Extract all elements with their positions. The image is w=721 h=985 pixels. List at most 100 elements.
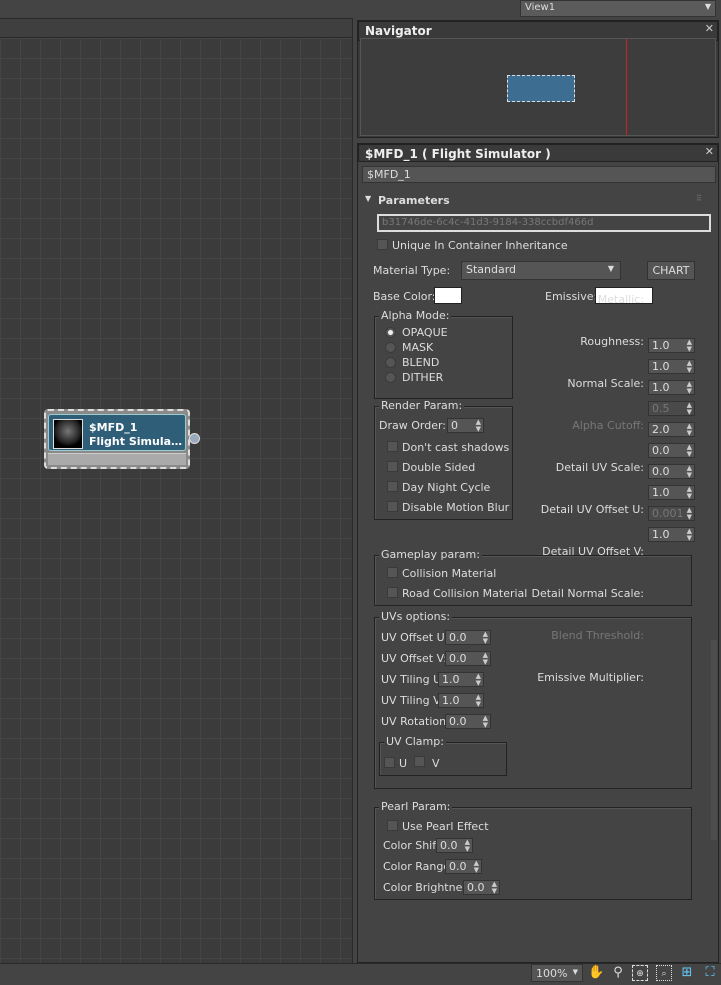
zoom-extents-icon[interactable]: ⊞: [679, 965, 695, 981]
alpha-blend-label: BLEND: [402, 356, 440, 369]
scrollbar-thumb[interactable]: [711, 640, 717, 840]
param-spinner[interactable]: 0.0 ▲ ▼: [648, 464, 695, 479]
rollout-title[interactable]: Parameters: [378, 194, 450, 207]
param-value: 1.0: [652, 381, 670, 394]
alpha-mode-group: Alpha Mode: OPAQUE MASK BLEND DITHER: [374, 309, 513, 399]
uvs-options-group: UVs options: UV Offset U: 0.0 ▲ ▼ UV Offse…: [374, 610, 692, 789]
use-pearl-effect-label: Use Pearl Effect: [402, 820, 489, 833]
color-range-spinner[interactable]: 0.0 ▲ ▼: [445, 859, 482, 874]
param-spinner[interactable]: 1.0 ▲ ▼: [648, 485, 695, 500]
spinner-arrows-icon[interactable]: ▲ ▼: [483, 631, 488, 645]
param-spinner[interactable]: 2.0 ▲ ▼: [648, 422, 695, 437]
uv-rotation-spinner[interactable]: 0.0 ▲ ▼: [445, 714, 491, 729]
rollout-collapse-icon[interactable]: ▼: [365, 194, 371, 203]
base-color-swatch[interactable]: [434, 287, 462, 304]
collision-material-checkbox[interactable]: [387, 567, 398, 578]
spinner-arrows-icon[interactable]: ▲ ▼: [476, 419, 481, 433]
zoom-dropdown[interactable]: 100% ▼: [531, 964, 583, 982]
spinner-arrows-icon[interactable]: ▲ ▼: [476, 694, 481, 708]
zoom-region-icon[interactable]: ⊕: [632, 965, 648, 981]
param-value: 1.0: [652, 528, 670, 541]
material-type-dropdown[interactable]: Standard ▼: [461, 261, 621, 280]
node-output-port[interactable]: [189, 433, 200, 444]
uv-offset-u-label: UV Offset U:: [381, 631, 449, 644]
param-label: Roughness:: [580, 335, 644, 348]
view-selector-dropdown[interactable]: View1 ▼: [520, 0, 716, 17]
spinner-arrows-icon[interactable]: ▲ ▼: [687, 381, 692, 395]
uv-offset-v-label: UV Offset V:: [381, 652, 447, 665]
navigator-view[interactable]: [360, 38, 716, 136]
close-icon[interactable]: ✕: [705, 145, 714, 158]
zoom-selected-icon[interactable]: ⌕: [656, 965, 672, 981]
zoom-magnifier-icon[interactable]: ⚲: [610, 965, 626, 981]
color-range-value: 0.0: [449, 860, 467, 873]
param-spinner[interactable]: 1.0 ▲ ▼: [648, 359, 695, 374]
base-color-label: Base Color:: [373, 290, 436, 303]
close-icon[interactable]: ✕: [705, 22, 714, 35]
node-canvas[interactable]: [0, 18, 353, 963]
alpha-dither-radio[interactable]: [385, 372, 396, 383]
zoom-extents-selected-icon[interactable]: ⛶: [702, 965, 718, 981]
spinner-arrows-icon[interactable]: ▲ ▼: [687, 339, 692, 353]
param-spinner[interactable]: 1.0 ▲ ▼: [648, 527, 695, 542]
uv-offset-u-spinner[interactable]: 0.0 ▲ ▼: [445, 630, 491, 645]
param-label: Metallic:: [597, 293, 644, 306]
color-shift-spinner[interactable]: 0.0 ▲ ▼: [436, 838, 473, 853]
use-pearl-effect-checkbox[interactable]: [387, 820, 398, 831]
spinner-arrows-icon[interactable]: ▲ ▼: [687, 465, 692, 479]
drag-handle-icon[interactable]: ⠿: [696, 194, 702, 203]
spinner-arrows-icon[interactable]: ▲ ▼: [687, 423, 692, 437]
uv-offset-v-spinner[interactable]: 0.0 ▲ ▼: [445, 651, 491, 666]
param-spinner[interactable]: 1.0 ▲ ▼: [648, 380, 695, 395]
spinner-arrows-icon[interactable]: ▲ ▼: [687, 360, 692, 374]
uv-tiling-u-label: UV Tiling U:: [381, 673, 445, 686]
color-brightness-spinner[interactable]: 0.0 ▲ ▼: [463, 880, 500, 895]
uv-clamp-u-checkbox[interactable]: [384, 757, 395, 768]
alpha-opaque-radio[interactable]: [385, 327, 396, 338]
unique-inheritance-checkbox[interactable]: [377, 239, 388, 250]
properties-scrollbar[interactable]: [711, 190, 717, 960]
day-night-cycle-checkbox[interactable]: [387, 481, 398, 492]
material-properties-panel: $MFD_1 ( Flight Simulator ) ✕ $MFD_1 ▼ P…: [357, 143, 719, 963]
chart-button[interactable]: CHART: [647, 261, 695, 280]
pan-hand-icon[interactable]: ✋: [588, 965, 604, 981]
double-sided-checkbox[interactable]: [387, 461, 398, 472]
alpha-blend-radio[interactable]: [385, 357, 396, 368]
color-brightness-value: 0.0: [467, 881, 485, 894]
draw-order-spinner[interactable]: 0 ▲ ▼: [447, 418, 484, 433]
material-node[interactable]: $MFD_1 Flight Simula…: [44, 409, 200, 469]
alpha-mode-title: Alpha Mode:: [379, 309, 452, 322]
spinner-arrows-icon[interactable]: ▲ ▼: [465, 839, 470, 853]
spinner-arrows-icon[interactable]: ▲ ▼: [492, 881, 497, 895]
dont-cast-shadows-checkbox[interactable]: [387, 441, 398, 452]
material-name-field[interactable]: $MFD_1: [362, 166, 716, 183]
gameplay-param-title: Gameplay param:: [379, 548, 482, 561]
road-collision-material-checkbox[interactable]: [387, 587, 398, 598]
spinner-arrows-icon: ▲ ▼: [686, 506, 692, 521]
spinner-arrows-icon[interactable]: ▲ ▼: [483, 652, 488, 666]
collision-material-label: Collision Material: [402, 567, 497, 580]
uv-tiling-v-spinner[interactable]: 1.0 ▲ ▼: [438, 693, 484, 708]
emissive-label: Emissive:: [545, 290, 598, 303]
dont-cast-shadows-label: Don't cast shadows: [402, 441, 510, 454]
spinner-arrows-icon[interactable]: ▲ ▼: [687, 486, 692, 500]
uv-tiling-u-spinner[interactable]: 1.0 ▲ ▼: [438, 672, 484, 687]
alpha-opaque-label: OPAQUE: [402, 326, 448, 339]
spinner-arrows-icon[interactable]: ▲ ▼: [483, 715, 488, 729]
node-header[interactable]: $MFD_1 Flight Simula…: [48, 414, 186, 451]
spinner-arrows-icon[interactable]: ▲ ▼: [476, 673, 481, 687]
param-spinner[interactable]: 1.0 ▲ ▼: [648, 338, 695, 353]
disable-motion-blur-checkbox[interactable]: [387, 501, 398, 512]
guid-field[interactable]: b31746de-6c4c-41d3-9184-338ccbdf466d: [377, 214, 711, 232]
spinner-arrows-icon[interactable]: ▲ ▼: [687, 528, 692, 542]
spinner-arrows-icon[interactable]: ▲ ▼: [687, 444, 692, 458]
param-spinner: 0.001 ▲ ▼: [648, 506, 695, 521]
param-value: 2.0: [652, 423, 670, 436]
spinner-arrows-icon[interactable]: ▲ ▼: [474, 860, 479, 874]
param-value: 0.001: [652, 507, 684, 520]
alpha-mask-radio[interactable]: [385, 342, 396, 353]
view-selector-label: View1: [525, 2, 556, 13]
uv-clamp-v-checkbox[interactable]: [414, 756, 425, 767]
param-spinner[interactable]: 0.0 ▲ ▼: [648, 443, 695, 458]
navigator-viewport-rect[interactable]: [507, 75, 575, 102]
